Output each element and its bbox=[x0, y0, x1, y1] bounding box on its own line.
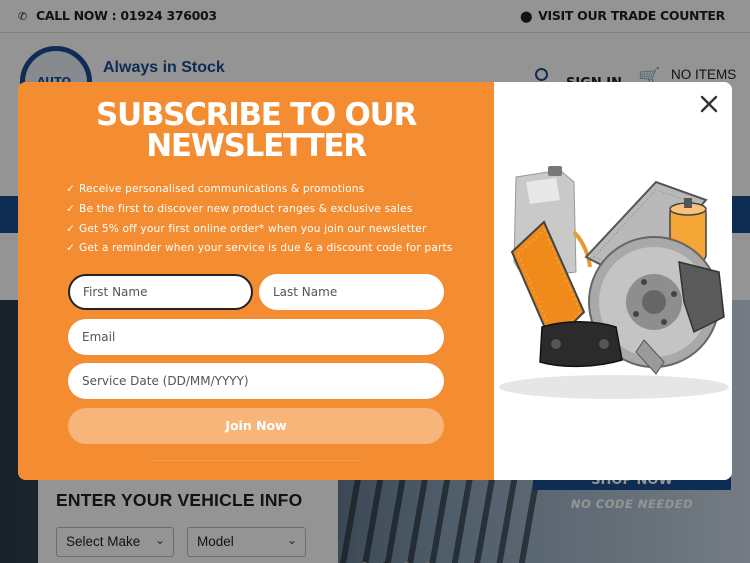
checkmark-icon: ✓ bbox=[66, 183, 76, 195]
last-name-field[interactable] bbox=[259, 274, 444, 310]
newsletter-form-panel: SUBSCRIBE TO OUR NEWSLETTER ✓ Receive per… bbox=[18, 82, 494, 480]
benefits-list: ✓ Receive personalised communications & p… bbox=[66, 180, 452, 259]
benefit-item: ✓ Get 5% off your first online order* whe… bbox=[66, 222, 427, 235]
newsletter-title-line1: SUBSCRIBE TO OUR bbox=[95, 97, 417, 133]
newsletter-modal: SUBSCRIBE TO OUR NEWSLETTER ✓ Receive per… bbox=[18, 82, 732, 480]
brake-pad-icon bbox=[539, 321, 623, 368]
newsletter-title: SUBSCRIBE TO OUR NEWSLETTER bbox=[18, 100, 494, 162]
car-parts-image bbox=[499, 166, 729, 399]
email-field[interactable] bbox=[68, 319, 444, 355]
close-button[interactable] bbox=[697, 92, 721, 116]
car-parts-image-panel bbox=[494, 82, 732, 480]
checkmark-icon: ✓ bbox=[66, 202, 76, 215]
checkmark-icon: ✓ bbox=[66, 222, 76, 235]
newsletter-title-line2: NEWSLETTER bbox=[146, 128, 367, 164]
service-date-field[interactable] bbox=[68, 363, 444, 399]
disclaimer-text: ........................................… bbox=[151, 458, 361, 463]
benefit-item: ✓ Receive personalised communications & p… bbox=[66, 183, 365, 195]
first-name-field[interactable] bbox=[68, 274, 253, 310]
benefit-item: ✓ Be the first to discover new product ra… bbox=[66, 202, 413, 215]
join-now-button[interactable]: Join Now bbox=[68, 408, 444, 444]
checkmark-icon: ✓ bbox=[66, 242, 76, 255]
close-icon[interactable] bbox=[697, 92, 721, 116]
benefit-item: ✓ Get a reminder when your service is due… bbox=[66, 242, 453, 255]
